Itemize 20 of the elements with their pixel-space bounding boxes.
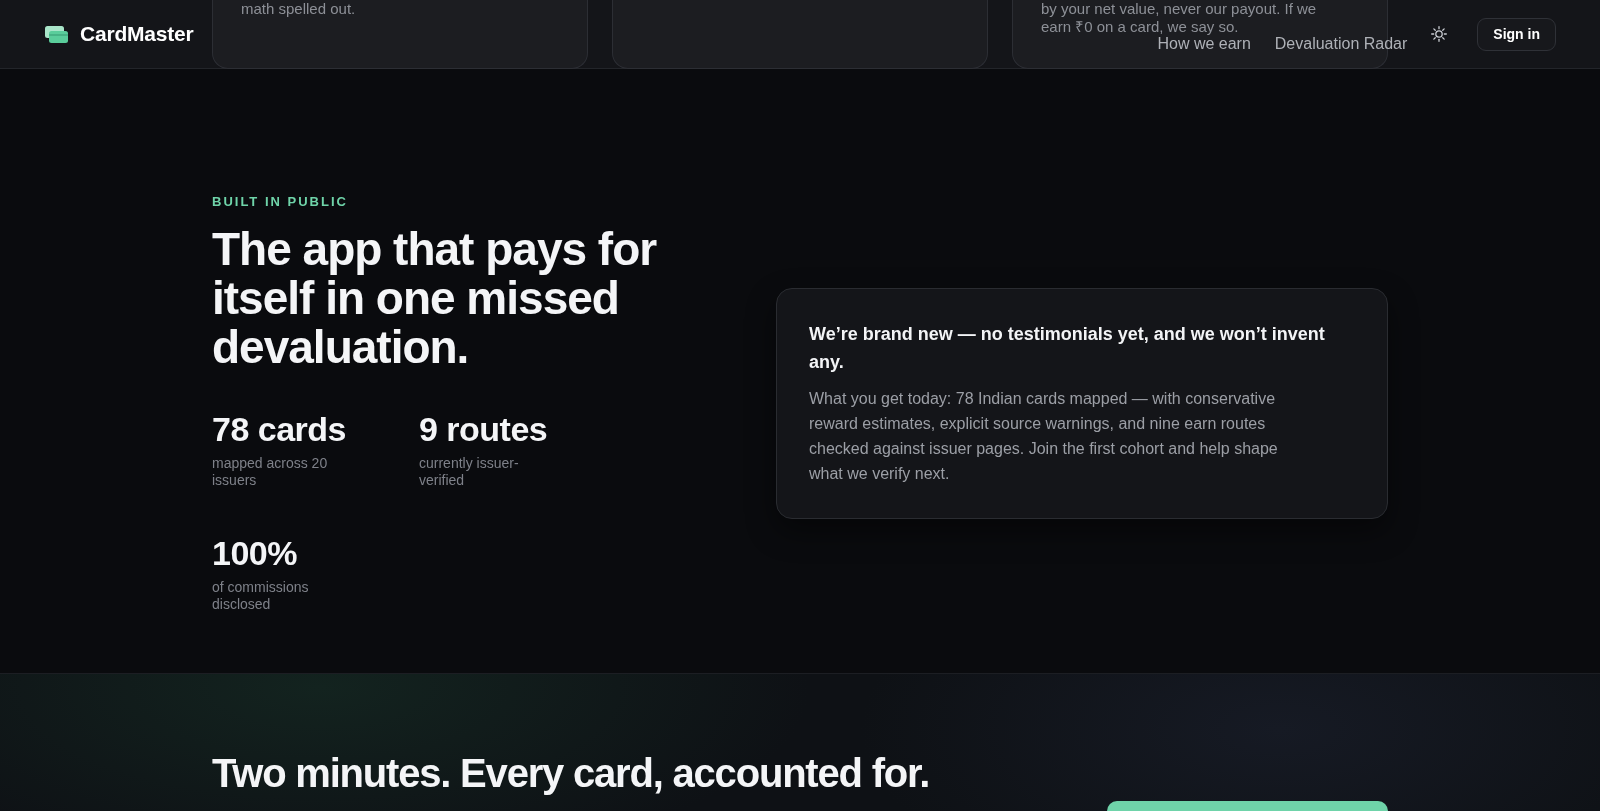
section-heading: The app that pays for itself in one missed devaluation. [212, 225, 658, 372]
stat-value: 78 cards [212, 409, 346, 449]
sign-in-button[interactable]: Sign in [1477, 17, 1556, 51]
notice-body: What you get today: 78 Indian cards mapped — with conservative reward estimates, explicit source warnings, and nine earn routes checked against issuer pages. Join the first cohort and help shape what we verify next. [809, 389, 1279, 484]
card-text: by your net value, never our payout. If we earn ₹0 on a card, we say so. [1041, 0, 1318, 36]
stat-value: 9 routes [419, 409, 548, 449]
stat-label: of commissions disclosed [212, 579, 310, 613]
theme-toggle-button[interactable] [1431, 26, 1448, 42]
nav-link[interactable]: How we earn [1157, 35, 1251, 53]
cta-heading: Two minutes. Every card, accounted for. [212, 750, 930, 796]
brand-logo[interactable]: CardMaster [45, 22, 194, 46]
card-text: math spelled out. [241, 0, 357, 18]
stat-value: 100% [212, 533, 297, 573]
sun-icon [1431, 26, 1448, 42]
stacked-cards-icon [45, 25, 68, 43]
notice-title: We’re brand new — no testimonials yet, and we won’t invent any. [809, 323, 1326, 374]
section-eyebrow: BUILT IN PUBLIC [212, 194, 348, 210]
stat-label: mapped across 20 issuers [212, 455, 329, 489]
stat-label: currently issuer-verified [419, 455, 520, 489]
nav-link[interactable]: Devaluation Radar [1274, 35, 1408, 53]
